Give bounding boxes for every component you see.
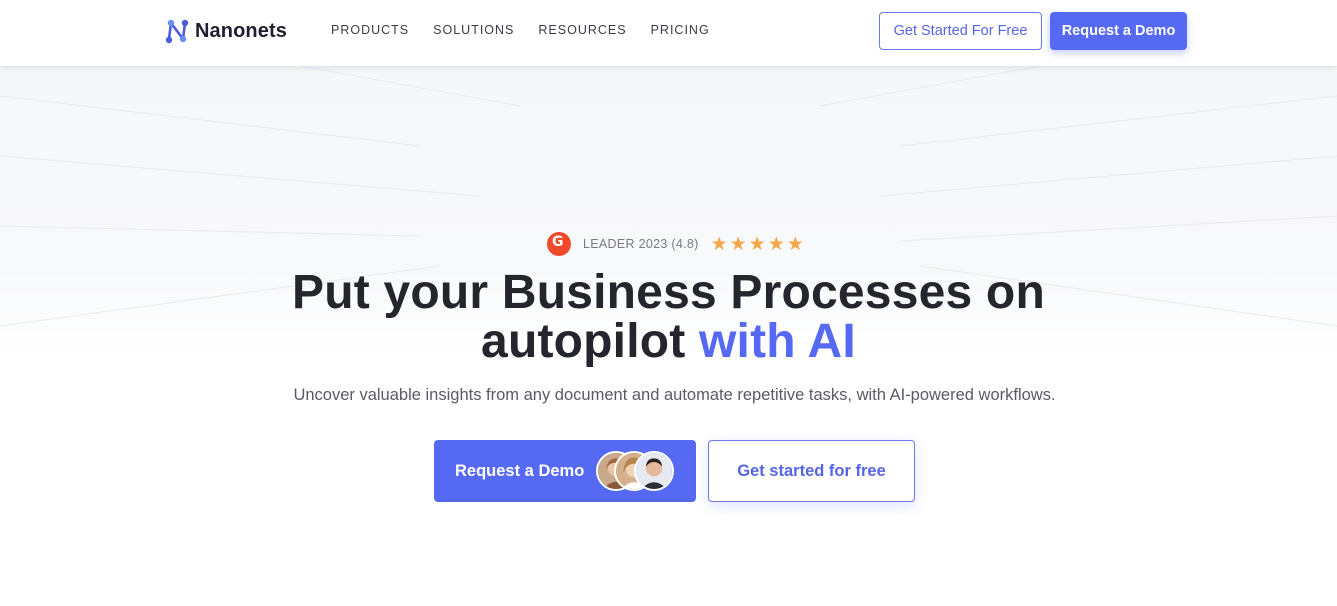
headline-accent: with AI (699, 315, 856, 368)
star-icon: ★ (786, 232, 804, 255)
get-started-free-button[interactable]: Get Started For Free (879, 12, 1042, 50)
nav-solutions[interactable]: SOLUTIONS (433, 23, 514, 37)
nav-resources[interactable]: RESOURCES (538, 23, 626, 37)
hero-get-started-button[interactable]: Get started for free (708, 440, 915, 502)
star-icon: ★ (729, 232, 747, 255)
headline-line-2: autopilot (481, 315, 699, 368)
site-header: Nanonets PRODUCTS SOLUTIONS RESOURCES PR… (0, 0, 1337, 66)
request-demo-button[interactable]: Request a Demo (1050, 12, 1187, 50)
main-nav: PRODUCTS SOLUTIONS RESOURCES PRICING (331, 23, 734, 37)
avatar (634, 451, 674, 491)
avatar-group (596, 451, 676, 491)
g2-icon: G (547, 232, 571, 256)
headline-line-1: Put your Business Processes on (292, 266, 1045, 319)
leader-badge-text: LEADER 2023 (4.8) (583, 237, 699, 251)
hero-headline: Put your Business Processes on autopilot… (0, 268, 1337, 366)
star-icon: ★ (710, 232, 728, 255)
hero-subtext: Uncover valuable insights from any docum… (293, 386, 1056, 404)
rating-stars: ★ ★ ★ ★ ★ (710, 232, 804, 255)
hero-request-demo-label: Request a Demo (455, 461, 585, 480)
star-icon: ★ (767, 232, 785, 255)
hero-request-demo-button[interactable]: Request a Demo (434, 440, 696, 502)
logo-text: Nanonets (195, 19, 287, 42)
nav-products[interactable]: PRODUCTS (331, 23, 409, 37)
nanonets-logo-icon (165, 19, 189, 44)
nav-pricing[interactable]: PRICING (651, 23, 710, 37)
g2-rating-badge: G LEADER 2023 (4.8) ★ ★ ★ ★ ★ (547, 231, 804, 257)
star-icon: ★ (748, 232, 766, 255)
nanonets-logo[interactable]: Nanonets (163, 17, 287, 45)
